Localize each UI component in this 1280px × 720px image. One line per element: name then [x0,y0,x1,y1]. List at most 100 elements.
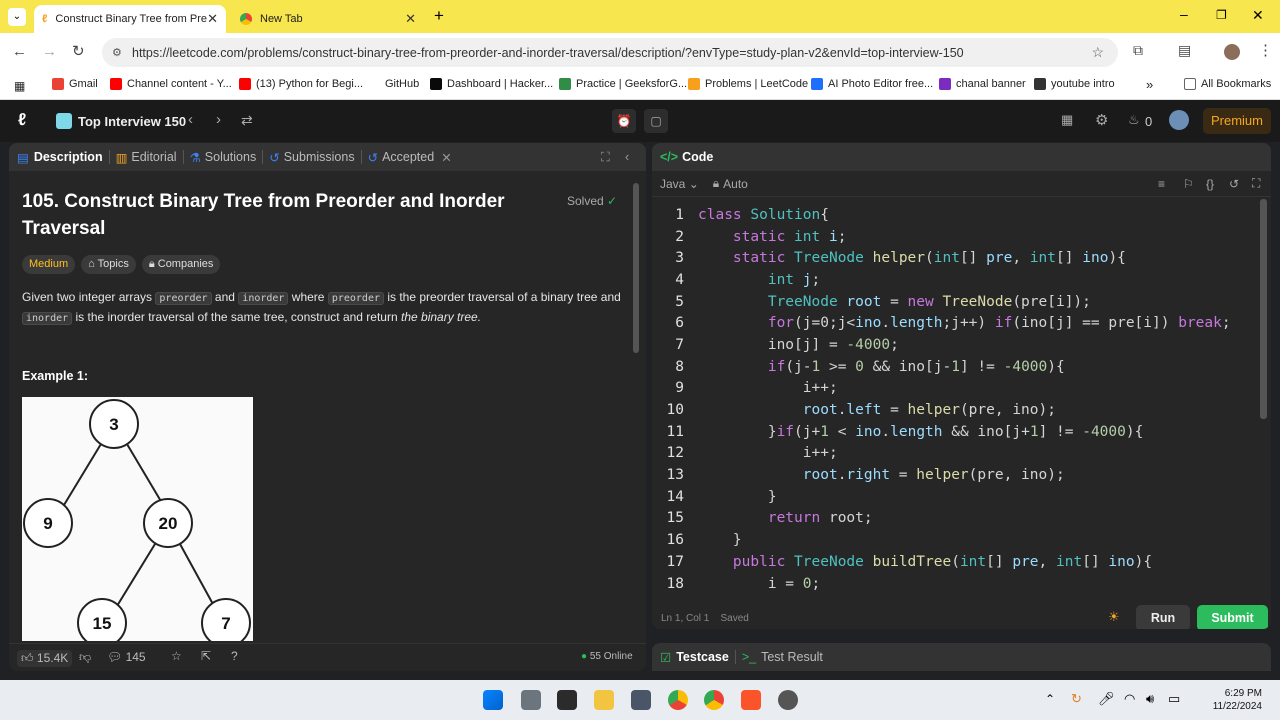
reading-list-icon[interactable]: ▤ [1178,42,1191,59]
companies-button[interactable]: 🔒︎ Companies [141,255,221,274]
prev-problem-icon[interactable]: ‹ [188,111,193,128]
bookmark-gfg[interactable]: Practice | GeeksforG... [559,78,687,90]
format-icon[interactable]: ≡ [1158,177,1165,191]
run-button[interactable]: Run [1136,605,1190,629]
close-tab-icon[interactable]: ✕ [405,11,416,27]
braces-icon[interactable]: {} [1206,177,1214,191]
brave-icon[interactable] [741,690,761,710]
submit-button[interactable]: Submit [1197,605,1268,629]
notes-icon[interactable]: ▢ [644,109,668,133]
tab-submissions[interactable]: Submissions [284,150,355,164]
tab-accepted[interactable]: Accepted [382,150,434,164]
bookmark-chanal-banner[interactable]: chanal banner [939,78,1026,90]
tab-description[interactable]: Description [34,150,103,164]
wifi-icon[interactable]: ◠ [1124,691,1135,707]
tray-chevron-icon[interactable]: ⌃ [1045,692,1055,706]
problem-title: 105. Construct Binary Tree from Preorder… [22,191,505,239]
chrome-icon[interactable] [704,690,724,710]
close-accepted-icon[interactable]: ✕ [441,150,451,165]
tab-test-result[interactable]: Test Result [761,650,823,664]
fullscreen-icon[interactable]: ⛶ [1252,176,1260,191]
maximize-icon[interactable]: ⛶ [601,150,610,165]
bookmark-ai-photo[interactable]: AI Photo Editor free... [811,78,933,90]
forward-icon[interactable]: → [42,43,57,60]
code-editor[interactable]: 1 class Solution{ 2 static int i; 3 stati… [652,204,1271,594]
browser-tab-newtab[interactable]: New Tab ✕ [232,5,424,33]
bookmark-leetcode[interactable]: Problems | LeetCode [688,78,808,90]
bookmark-youtube-intro[interactable]: youtube intro [1034,78,1115,90]
leetcode-logo-icon[interactable]: ℓ [18,110,26,130]
address-toolbar: ← → ↻ ⚙ https://leetcode.com/problems/co… [0,33,1280,71]
premium-button[interactable]: Premium [1203,108,1271,134]
windows-taskbar: ⌃ ↻ 🎤︎ ◠ 🔊︎ ▭ 6:29 PM 11/22/2024 [0,680,1280,720]
site-info-icon[interactable]: ⚙ [112,46,122,59]
bookmark-channel[interactable]: Channel content - Y... [110,78,232,90]
extensions-icon[interactable]: ⧉ [1133,42,1143,59]
bookmark-star-icon[interactable]: ☆ [1091,44,1104,61]
next-problem-icon[interactable]: › [216,111,221,128]
scrollbar[interactable] [633,183,639,353]
study-plan-title[interactable]: Top Interview 150 [78,114,186,129]
layout-icon[interactable]: ▦ [1061,112,1073,128]
reload-icon[interactable]: ↻ [72,42,85,60]
all-bookmarks[interactable]: All Bookmarks [1184,78,1271,90]
tray-sync-icon[interactable]: ↻ [1071,691,1082,707]
share-icon[interactable]: ⇱ [201,649,211,663]
chrome-yellow-icon[interactable] [668,690,688,710]
tab-testcase[interactable]: Testcase [676,650,729,664]
menu-icon[interactable]: ⋮ [1258,41,1273,59]
help-icon[interactable]: ? [231,649,238,663]
like-button[interactable]: 👍︎ 15.4K [17,650,73,667]
bookmark-icon[interactable]: ⚐ [1183,177,1194,191]
more-bookmarks-icon[interactable]: » [1146,77,1153,92]
leetcode-favicon-icon: ℓ [42,13,48,25]
tab-editorial[interactable]: Editorial [131,150,176,164]
debug-icon[interactable]: ☀ [1108,609,1120,625]
url-bar[interactable]: ⚙ https://leetcode.com/problems/construc… [102,38,1118,67]
calculator-icon[interactable] [631,690,651,710]
bookmark-gmail[interactable]: Gmail [52,78,98,90]
apps-icon[interactable]: ▦ [14,79,25,93]
shuffle-icon[interactable]: ⇄ [241,112,253,129]
close-tab-icon[interactable]: ✕ [207,11,218,27]
auto-mode[interactable]: Auto [723,177,748,191]
file-explorer-icon[interactable] [594,690,614,710]
terminal-app-icon[interactable] [557,690,577,710]
star-icon[interactable]: ☆ [171,649,182,663]
recorder-icon[interactable] [778,690,798,710]
settings-gear-icon[interactable]: ⚙ [1095,111,1108,129]
browser-tab-leetcode[interactable]: ℓ Construct Binary Tree from Pre ✕ [34,5,226,33]
reset-icon[interactable]: ↺ [1229,177,1239,191]
tab-search-button[interactable]: ⌄ [8,8,26,26]
clock[interactable]: 6:29 PM 11/22/2024 [1190,687,1262,713]
topics-button[interactable]: ⌂ Topics [81,255,136,274]
collapse-icon[interactable]: ‹ [625,150,629,164]
new-tab-button[interactable]: + [434,6,444,26]
terminal-icon: >_ [741,650,757,664]
task-view-icon[interactable] [521,690,541,710]
bookmark-python[interactable]: (13) Python for Begi... [239,78,363,90]
bookmark-hackerrank[interactable]: Dashboard | Hacker... [430,78,553,90]
difficulty-badge[interactable]: Medium [22,255,76,274]
bookmark-github[interactable]: GitHub [368,78,419,90]
tree-node: 15 [93,614,112,633]
comments-button[interactable]: 💬︎ 145 [107,650,146,664]
user-avatar[interactable] [1169,110,1189,130]
back-icon[interactable]: ← [12,43,27,60]
timer-icon[interactable]: ⏰ [612,109,636,133]
tab-solutions[interactable]: Solutions [205,150,256,164]
windows-start-icon[interactable] [483,690,503,710]
problem-description: Given two integer arrays preorder and in… [22,290,621,325]
battery-icon[interactable]: ▭ [1168,691,1180,707]
editor-scrollbar[interactable] [1260,199,1267,419]
microphone-icon[interactable]: 🎤︎ [1098,691,1115,707]
language-select[interactable]: Java ⌄ [660,177,699,191]
streak-fire-icon[interactable]: ♨ [1128,112,1140,128]
volume-icon[interactable]: 🔊︎ [1146,691,1154,707]
thumbs-down-icon[interactable]: 👎︎ [79,650,91,665]
minimize-icon[interactable]: – [1180,6,1188,22]
restore-icon[interactable]: ❐ [1216,8,1227,22]
profile-avatar[interactable] [1224,44,1240,60]
close-window-icon[interactable]: ✕ [1252,7,1264,24]
lock-icon: 🔒︎ [712,176,720,190]
